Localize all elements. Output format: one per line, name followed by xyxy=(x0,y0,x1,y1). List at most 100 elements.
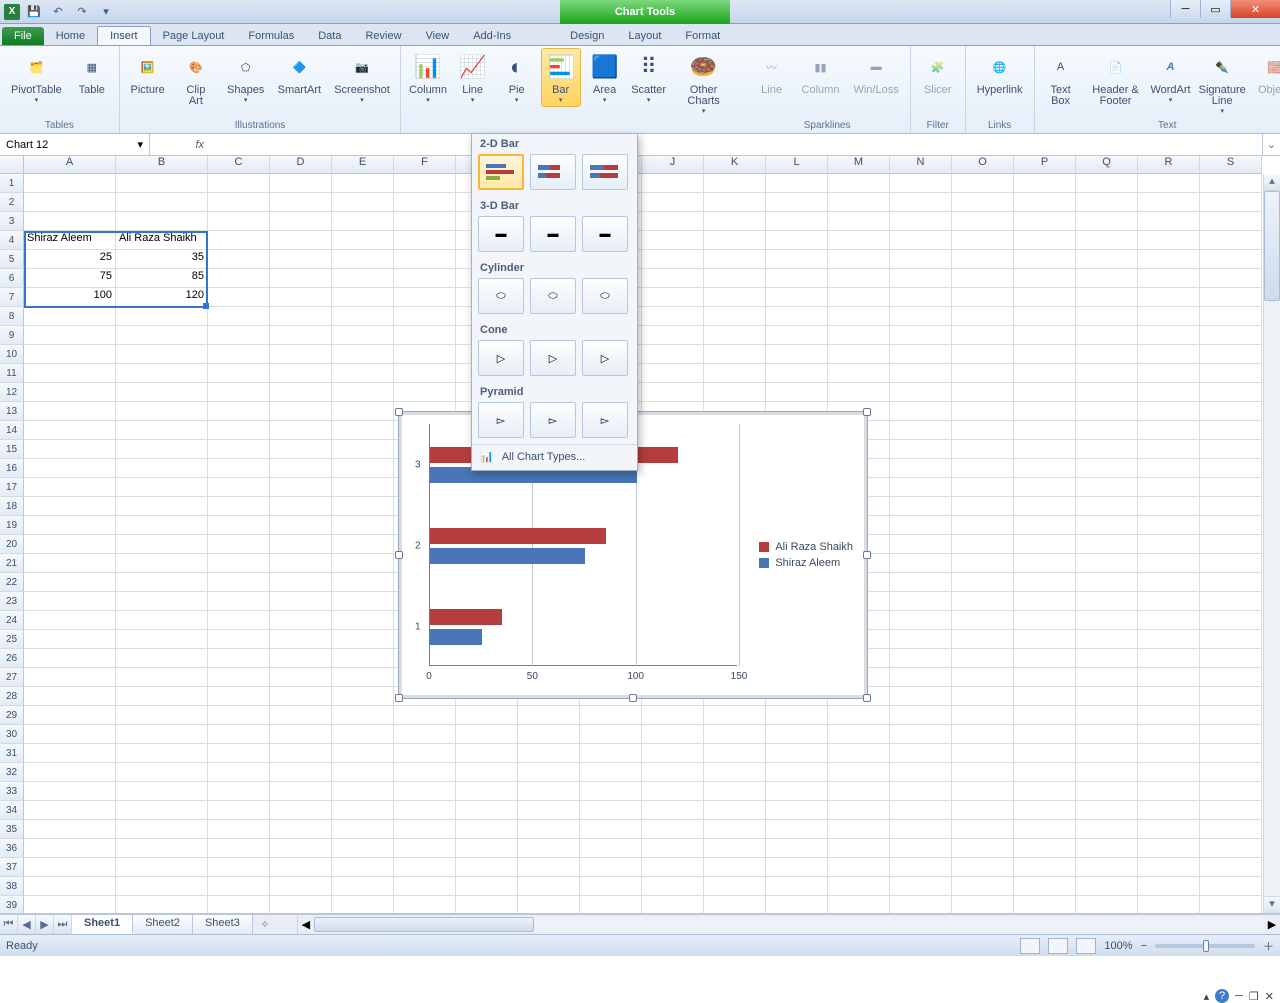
cell[interactable] xyxy=(270,326,332,345)
cell[interactable] xyxy=(952,611,1014,630)
screenshot-button[interactable]: 📷Screenshot▾ xyxy=(330,48,395,107)
cell[interactable] xyxy=(1138,725,1200,744)
cell[interactable] xyxy=(116,687,208,706)
cell[interactable] xyxy=(1200,611,1262,630)
cell[interactable] xyxy=(1200,649,1262,668)
row-header[interactable]: 33 xyxy=(0,782,24,801)
row-header[interactable]: 1 xyxy=(0,174,24,193)
cell[interactable] xyxy=(270,535,332,554)
cell[interactable] xyxy=(24,383,116,402)
cell[interactable] xyxy=(332,611,394,630)
cell[interactable] xyxy=(394,782,456,801)
fx-icon[interactable]: fx xyxy=(150,134,210,155)
cell[interactable] xyxy=(1138,877,1200,896)
cell[interactable] xyxy=(116,592,208,611)
cell[interactable] xyxy=(890,326,952,345)
cell[interactable] xyxy=(1076,877,1138,896)
cell[interactable] xyxy=(270,668,332,687)
cell[interactable] xyxy=(394,820,456,839)
cell[interactable] xyxy=(1138,782,1200,801)
cell[interactable]: Shiraz Aleem xyxy=(24,231,116,250)
cell[interactable] xyxy=(24,725,116,744)
cell[interactable] xyxy=(890,858,952,877)
cell[interactable]: 25 xyxy=(24,250,116,269)
cell[interactable] xyxy=(704,839,766,858)
cell[interactable] xyxy=(332,440,394,459)
cell[interactable] xyxy=(208,839,270,858)
cell[interactable] xyxy=(890,801,952,820)
cell[interactable] xyxy=(580,801,642,820)
cell[interactable] xyxy=(1138,896,1200,914)
bar-cylinder-clustered[interactable]: ⬭ xyxy=(478,278,524,314)
cell[interactable] xyxy=(1076,288,1138,307)
cell[interactable] xyxy=(704,269,766,288)
cell[interactable] xyxy=(332,763,394,782)
cell[interactable]: 100 xyxy=(24,288,116,307)
cell[interactable] xyxy=(766,877,828,896)
cell[interactable] xyxy=(766,706,828,725)
cell[interactable] xyxy=(456,744,518,763)
cell[interactable] xyxy=(890,231,952,250)
cell[interactable] xyxy=(116,782,208,801)
cell[interactable] xyxy=(642,174,704,193)
cell[interactable] xyxy=(890,573,952,592)
cell[interactable] xyxy=(890,763,952,782)
cell[interactable] xyxy=(890,896,952,914)
row-header[interactable]: 22 xyxy=(0,573,24,592)
cell[interactable] xyxy=(1076,497,1138,516)
cell[interactable] xyxy=(270,896,332,914)
cell[interactable] xyxy=(1076,725,1138,744)
cell[interactable] xyxy=(1138,801,1200,820)
cell[interactable] xyxy=(394,877,456,896)
cell[interactable] xyxy=(24,345,116,364)
legend-item[interactable]: Ali Raza Shaikh xyxy=(759,541,853,553)
row-header[interactable]: 29 xyxy=(0,706,24,725)
legend-item[interactable]: Shiraz Aleem xyxy=(759,557,853,569)
cell[interactable] xyxy=(890,478,952,497)
cell[interactable] xyxy=(1014,554,1076,573)
cell[interactable] xyxy=(766,725,828,744)
cell[interactable] xyxy=(952,687,1014,706)
workbook-minimize-icon[interactable]: ─ xyxy=(1235,990,1243,1002)
cell[interactable] xyxy=(208,212,270,231)
cell[interactable] xyxy=(1076,592,1138,611)
cell[interactable] xyxy=(24,535,116,554)
cell[interactable] xyxy=(332,630,394,649)
cell[interactable] xyxy=(580,820,642,839)
worksheet-grid[interactable]: ABCDEFGHIJKLMNOPQRS 1234Shiraz AleemAli … xyxy=(0,156,1280,914)
cell[interactable] xyxy=(828,858,890,877)
row-header[interactable]: 32 xyxy=(0,763,24,782)
cell[interactable] xyxy=(24,649,116,668)
cell[interactable] xyxy=(642,782,704,801)
cell[interactable] xyxy=(208,250,270,269)
cell[interactable] xyxy=(890,269,952,288)
cell[interactable] xyxy=(766,801,828,820)
sheet-nav-next-icon[interactable]: ▶ xyxy=(36,915,54,934)
tab-chart-format[interactable]: Format xyxy=(673,27,732,45)
cell[interactable] xyxy=(1014,687,1076,706)
cell[interactable] xyxy=(394,307,456,326)
cell[interactable] xyxy=(890,516,952,535)
cell[interactable] xyxy=(828,288,890,307)
cell[interactable] xyxy=(208,592,270,611)
cell[interactable] xyxy=(642,820,704,839)
pivottable-button[interactable]: 🗂️PivotTable▾ xyxy=(6,48,67,107)
cell[interactable] xyxy=(332,307,394,326)
cell[interactable] xyxy=(116,896,208,914)
cell[interactable] xyxy=(890,402,952,421)
cell[interactable] xyxy=(1200,193,1262,212)
cell[interactable] xyxy=(208,725,270,744)
qat-redo-icon[interactable]: ↷ xyxy=(72,3,92,21)
cell[interactable] xyxy=(890,554,952,573)
cell[interactable] xyxy=(1076,402,1138,421)
cell[interactable] xyxy=(1200,231,1262,250)
cell[interactable] xyxy=(116,839,208,858)
cell[interactable] xyxy=(332,649,394,668)
cell[interactable] xyxy=(828,839,890,858)
cell[interactable] xyxy=(580,839,642,858)
cell[interactable] xyxy=(1138,402,1200,421)
cell[interactable] xyxy=(952,516,1014,535)
cell[interactable] xyxy=(890,212,952,231)
cell[interactable] xyxy=(208,896,270,914)
cell[interactable] xyxy=(1076,706,1138,725)
